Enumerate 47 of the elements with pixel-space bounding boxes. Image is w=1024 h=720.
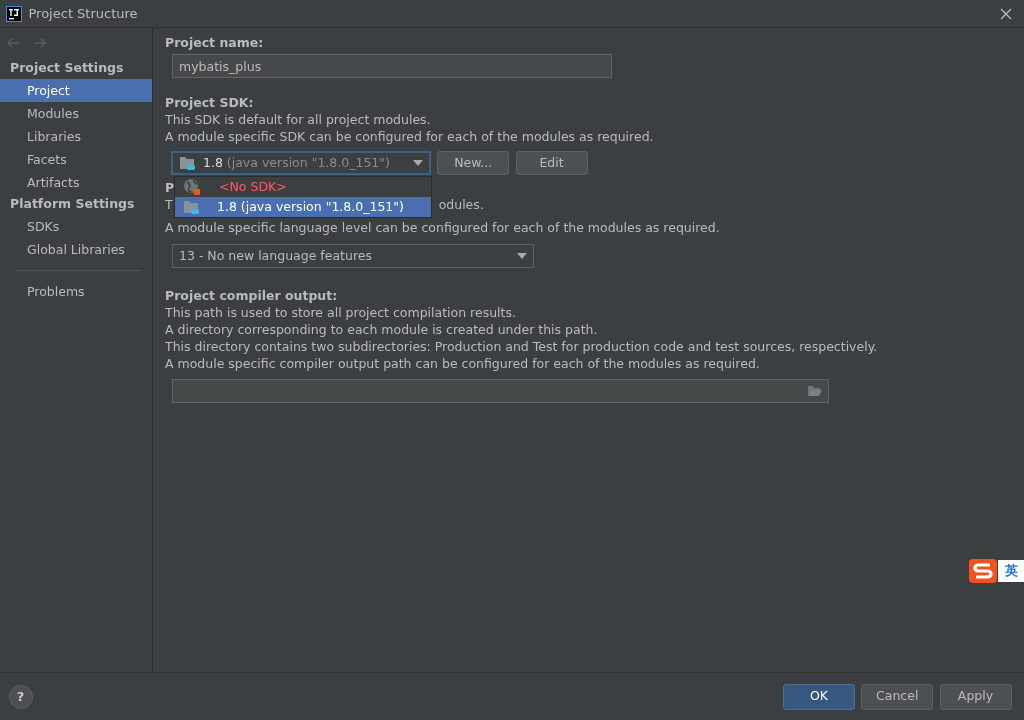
description-text: A module specific SDK can be configured for each of the modules as required. — [165, 128, 655, 146]
sidebar-item[interactable]: Global Libraries — [0, 237, 152, 261]
dialog-button[interactable]: OK — [783, 683, 855, 710]
back-arrow-icon[interactable] — [6, 38, 21, 48]
sidebar-group-title: Project Settings — [9, 59, 125, 77]
description-text: This directory contains two subdirectories: Production and Test for production code and test sources, respectively. — [165, 338, 879, 356]
input-method-label[interactable]: 英 — [998, 560, 1024, 582]
path-field[interactable] — [172, 379, 829, 404]
app-logo-icon — [6, 5, 23, 22]
caret-icon — [517, 253, 527, 260]
text-field[interactable]: mybatis_plus — [172, 54, 612, 79]
window-title: Project Structure — [28, 4, 138, 23]
folder-icon — [179, 155, 197, 172]
field-label: Project compiler output: — [165, 287, 339, 305]
field-label: P — [165, 179, 175, 197]
sidebar-item[interactable]: Facets — [0, 147, 152, 171]
sidebar-group-title: Platform Settings — [9, 194, 136, 213]
folder-icon — [183, 199, 201, 216]
folder-icon[interactable] — [808, 385, 822, 398]
forward-arrow-icon[interactable] — [32, 38, 47, 48]
description-text: A module specific language level can be configured for each of the modules as required. — [165, 219, 721, 237]
caret-icon — [413, 160, 423, 167]
help-button[interactable]: ? — [8, 684, 33, 709]
dialog-button[interactable]: Cancel — [861, 683, 934, 710]
dropdown-option[interactable]: <No SDK> — [175, 177, 431, 198]
sidebar-item[interactable]: Project — [0, 78, 152, 102]
sidebar-item[interactable]: Libraries — [0, 124, 152, 148]
sidebar-item[interactable]: SDKs — [0, 214, 152, 238]
sidebar-item[interactable]: Modules — [0, 101, 152, 125]
description-text: A directory corresponding to each module is created under this path. — [165, 321, 599, 339]
description-text: odules. — [438, 196, 484, 214]
close-icon[interactable] — [999, 7, 1012, 20]
sdk-dropdown[interactable]: 1.8 (java version "1.8.0_151") — [171, 151, 431, 176]
dialog-button[interactable]: Edit — [515, 151, 588, 176]
dropdown-option[interactable]: 1.8 (java version "1.8.0_151") — [175, 197, 431, 218]
description-text: A module specific compiler output path can be configured for each of the modules as required. — [165, 355, 761, 373]
field-label: Project SDK: — [165, 94, 255, 112]
language-level-dropdown[interactable]: 13 - No new language features — [172, 244, 534, 269]
description-text: This SDK is default for all project modules. — [165, 111, 432, 129]
dialog-button[interactable]: Apply — [939, 683, 1012, 710]
input-method-logo-icon[interactable] — [968, 558, 998, 584]
field-label: Project name: — [165, 34, 265, 51]
dialog-button[interactable]: New... — [437, 151, 510, 176]
sidebar-item[interactable]: Artifacts — [0, 170, 152, 194]
description-text: This path is used to store all project compilation results. — [165, 304, 517, 322]
sidebar-item[interactable]: Problems — [0, 279, 152, 303]
description-text: T — [165, 196, 173, 214]
